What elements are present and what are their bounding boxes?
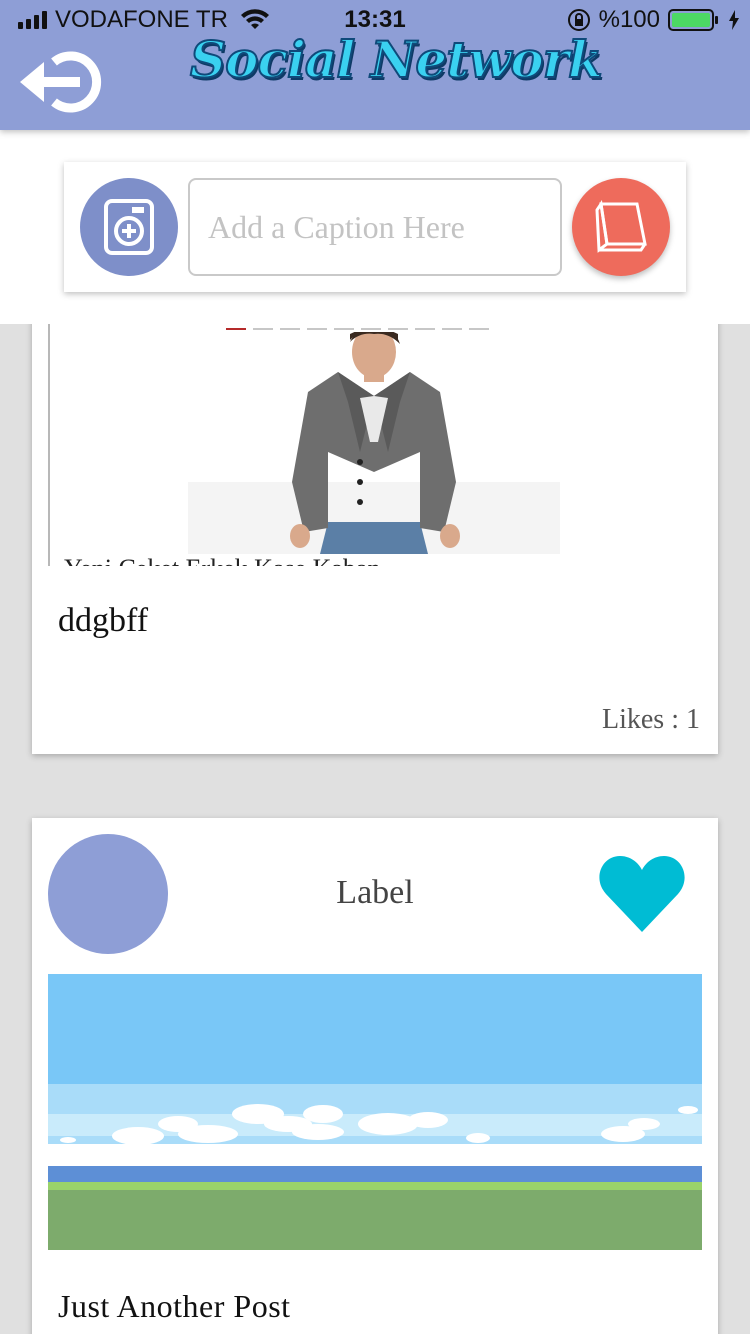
post-caption: ddgbff xyxy=(58,602,149,639)
battery-icon xyxy=(668,9,718,31)
pager-dot[interactable] xyxy=(361,328,381,330)
pager-dot[interactable] xyxy=(442,328,462,330)
pager-dot[interactable] xyxy=(388,328,408,330)
heart-icon[interactable] xyxy=(598,854,686,934)
product-photo xyxy=(188,332,560,554)
pager-dot[interactable] xyxy=(334,328,354,330)
pager-dot[interactable] xyxy=(226,328,246,330)
app-header: VODAFONE TR 13:31 %100 Social Network xyxy=(0,0,750,130)
camera-plus-icon xyxy=(104,199,154,255)
post-button[interactable] xyxy=(572,178,670,276)
logo-text: Social Network xyxy=(189,29,604,90)
pager-dot[interactable] xyxy=(307,328,327,330)
pager-dot[interactable] xyxy=(253,328,273,330)
image-pager[interactable] xyxy=(226,328,489,330)
caption-input[interactable] xyxy=(188,178,562,276)
battery-percent: %100 xyxy=(598,6,660,33)
rotation-lock-icon xyxy=(567,9,590,31)
post-image[interactable] xyxy=(48,974,702,1250)
camera-button[interactable] xyxy=(80,178,178,276)
pager-dot[interactable] xyxy=(469,328,489,330)
post-title-cutoff: Yeni Ceket Erkek Kaşe Kaban xyxy=(64,554,381,566)
post-composer xyxy=(64,162,686,292)
app-logo: Social Network xyxy=(189,29,604,100)
logout-arrow-icon[interactable] xyxy=(16,50,108,114)
post-card: Label Just Another Post xyxy=(32,818,718,1334)
composer-area xyxy=(0,130,750,324)
pager-dot[interactable] xyxy=(415,328,435,330)
likes-count: Likes : 1 xyxy=(602,704,700,735)
pager-dot[interactable] xyxy=(280,328,300,330)
charging-bolt-icon xyxy=(729,10,739,30)
notepad-icon xyxy=(595,200,647,253)
post-image-frame[interactable]: Yeni Ceket Erkek Kaşe Kaban xyxy=(48,324,578,566)
post-caption: Just Another Post xyxy=(58,1288,291,1324)
